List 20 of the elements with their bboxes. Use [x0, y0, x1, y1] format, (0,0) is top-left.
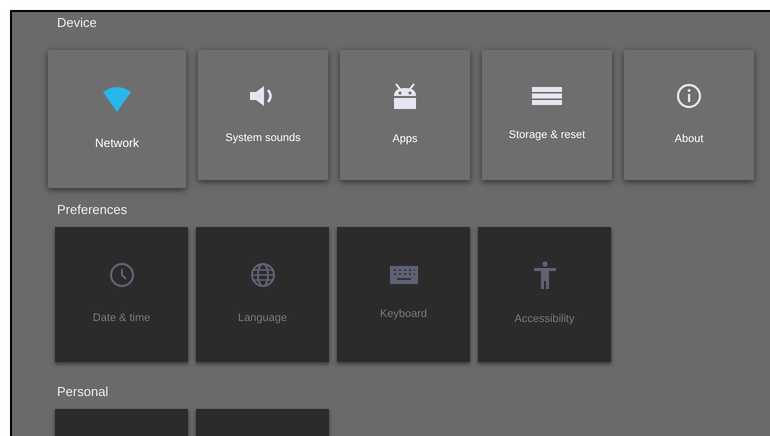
settings-tile[interactable]: Date & time [55, 227, 188, 362]
section-heading: Device [56, 14, 98, 31]
settings-tile[interactable]: System sounds [198, 50, 328, 180]
settings-tile[interactable]: Storage & reset [482, 50, 612, 180]
settings-tile[interactable]: Apps [340, 50, 470, 180]
section-heading: Personal [56, 383, 110, 400]
settings-tile[interactable]: About [624, 50, 754, 180]
globe-icon [250, 262, 276, 288]
wifi-icon [103, 86, 131, 112]
settings-tile[interactable]: Language [196, 227, 329, 362]
section-heading: Preferences [56, 201, 128, 218]
info-icon [676, 82, 702, 109]
settings-tile[interactable]: Keyboard [337, 227, 470, 362]
storage-icon [532, 86, 562, 105]
accessibility-icon [532, 261, 558, 290]
android-icon [391, 82, 419, 109]
settings-tile[interactable]: Network [48, 50, 186, 188]
settings-tile[interactable]: Accessibility [478, 227, 611, 362]
keyboard-icon [390, 266, 418, 284]
clock-icon [108, 262, 134, 288]
